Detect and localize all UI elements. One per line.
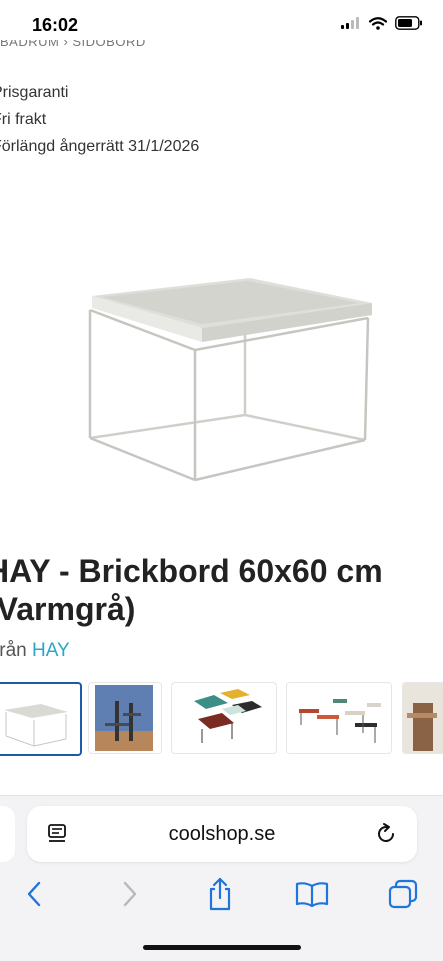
- thumbnail-5[interactable]: [402, 682, 443, 754]
- browser-toolbar: coolshop.se: [0, 795, 443, 961]
- usp-list: Prisgaranti Fri frakt Förlängd ångerrätt…: [0, 83, 199, 164]
- home-indicator[interactable]: [143, 945, 301, 950]
- tabs-icon: [388, 879, 418, 909]
- product-image[interactable]: [80, 270, 380, 490]
- brand-prefix: från: [0, 640, 27, 661]
- tabs-button[interactable]: [383, 874, 423, 914]
- product-title: HAY - Brickbord 60x60 cm (Varmgrå): [0, 552, 443, 628]
- thumbnail-4-image: [299, 699, 381, 743]
- brand-line: från HAY: [0, 640, 70, 662]
- usp-free-shipping: Fri frakt: [0, 111, 47, 128]
- thumbnail-2[interactable]: [88, 682, 162, 754]
- chevron-left-icon: [27, 881, 41, 907]
- share-button[interactable]: [200, 874, 240, 914]
- forward-button[interactable]: [110, 874, 150, 914]
- product-title-line1: HAY - Brickbord 60x60 cm: [0, 553, 383, 589]
- thumbnail-2-image: [95, 685, 153, 751]
- usp-extended-return: Förlängd ångerrätt 31/1/2026: [0, 138, 200, 155]
- thumbnail-3[interactable]: [171, 682, 277, 754]
- product-title-line2: (Varmgrå): [0, 591, 136, 627]
- battery-icon: [395, 16, 422, 30]
- back-button[interactable]: [14, 874, 54, 914]
- thumbnail-3-image: [194, 689, 262, 743]
- wifi-icon: [369, 16, 387, 30]
- brand-link[interactable]: HAY: [32, 640, 70, 661]
- address-text[interactable]: coolshop.se: [27, 823, 417, 846]
- previous-tab-preview[interactable]: [0, 806, 15, 862]
- book-icon: [295, 882, 329, 908]
- address-bar[interactable]: coolshop.se: [27, 806, 417, 862]
- reload-icon[interactable]: [373, 821, 399, 847]
- breadcrumb-text[interactable]: BADRUM › SIDOBORD: [0, 40, 146, 49]
- bookmarks-button[interactable]: [292, 874, 332, 914]
- breadcrumb[interactable]: BADRUM › SIDOBORD: [0, 40, 146, 54]
- thumbnail-strip: [0, 680, 443, 760]
- thumbnail-4[interactable]: [286, 682, 392, 754]
- thumbnail-1[interactable]: [0, 682, 82, 756]
- cellular-signal-icon: [341, 17, 359, 29]
- tray-table-illustration: [88, 278, 372, 482]
- status-icons: [341, 16, 423, 30]
- status-time: 16:02: [32, 15, 79, 35]
- browser-nav-row: [0, 874, 443, 914]
- chevron-right-icon: [123, 881, 137, 907]
- usp-price-guarantee: Prisgaranti: [0, 84, 69, 101]
- thumbnail-1-image: [4, 704, 68, 747]
- share-icon: [209, 877, 231, 911]
- thumbnail-5-image: [403, 683, 443, 753]
